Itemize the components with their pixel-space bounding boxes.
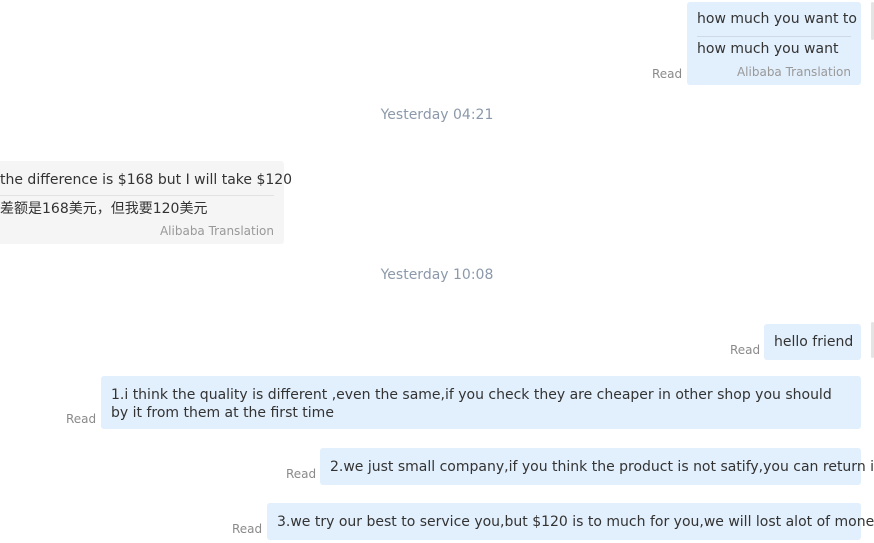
read-status: Read — [652, 67, 683, 81]
message-text: how much you want to — [697, 11, 857, 27]
translation-divider — [0, 195, 274, 196]
message-translation: 差额是168美元，但我要120美元 — [0, 201, 208, 217]
outgoing-message-bubble[interactable]: 1.i think the quality is different ,even… — [101, 376, 861, 429]
timestamp-divider: Yesterday 04:21 — [380, 107, 494, 123]
outgoing-message-bubble[interactable]: 3.we try our best to service you,but $12… — [267, 503, 874, 540]
read-status: Read — [232, 522, 263, 536]
message-text: 1.i think the quality is different ,even… — [111, 387, 832, 421]
message-text: the difference is $168 but I will take $… — [0, 172, 293, 188]
read-status: Read — [286, 467, 317, 481]
message-text: 2.we just small company,if you think the… — [330, 459, 874, 475]
chat-message-list[interactable]: how much you want to how much you want A… — [0, 0, 874, 543]
translation-source-label: Alibaba Translation — [159, 224, 274, 238]
outgoing-message-bubble[interactable]: how much you want to how much you want A… — [687, 2, 861, 85]
translation-divider — [697, 36, 851, 37]
outgoing-message-bubble[interactable]: 2.we just small company,if you think the… — [320, 448, 874, 485]
message-text: hello friend — [774, 334, 854, 350]
timestamp-divider: Yesterday 10:08 — [380, 267, 494, 283]
outgoing-message-bubble[interactable]: hello friend — [764, 324, 861, 360]
translation-source-label: Alibaba Translation — [736, 65, 851, 79]
message-text: 3.we try our best to service you,but $12… — [277, 514, 874, 530]
read-status: Read — [730, 343, 761, 357]
message-translation: how much you want — [697, 41, 839, 57]
incoming-message-bubble[interactable]: the difference is $168 but I will take $… — [0, 161, 292, 244]
read-status: Read — [66, 412, 97, 426]
